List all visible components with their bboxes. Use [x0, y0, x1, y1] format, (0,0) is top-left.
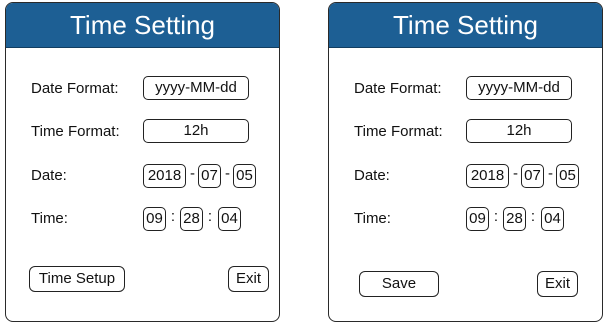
date-day-field[interactable]: 05 [556, 164, 579, 188]
panel-title: Time Setting [329, 3, 602, 48]
date-label: Date: [354, 167, 390, 184]
time-label: Time: [31, 210, 68, 227]
date-month-field[interactable]: 07 [198, 164, 221, 188]
time-format-field[interactable]: 12h [466, 119, 572, 143]
exit-button[interactable]: Exit [228, 266, 269, 292]
time-hour-field[interactable]: 09 [143, 207, 166, 231]
time-separator: : [530, 208, 536, 225]
date-year-field[interactable]: 2018 [466, 164, 509, 188]
time-minute-field[interactable]: 28 [180, 207, 203, 231]
date-label: Date: [31, 167, 67, 184]
date-separator: - [548, 165, 553, 182]
time-minute-field[interactable]: 28 [503, 207, 526, 231]
time-format-label: Time Format: [31, 123, 120, 140]
time-label: Time: [354, 210, 391, 227]
date-year-field[interactable]: 2018 [143, 164, 186, 188]
time-separator: : [207, 208, 213, 225]
time-hour-field[interactable]: 09 [466, 207, 489, 231]
panel-title: Time Setting [6, 3, 279, 48]
time-format-field[interactable]: 12h [143, 119, 249, 143]
date-format-label: Date Format: [354, 80, 442, 97]
date-separator: - [190, 165, 195, 182]
date-separator: - [513, 165, 518, 182]
date-day-field[interactable]: 05 [233, 164, 256, 188]
date-month-field[interactable]: 07 [521, 164, 544, 188]
time-separator: : [170, 208, 176, 225]
date-format-field[interactable]: yyyy-MM-dd [143, 76, 249, 100]
time-setup-button[interactable]: Time Setup [29, 266, 125, 292]
save-button[interactable]: Save [359, 271, 439, 297]
time-format-label: Time Format: [354, 123, 443, 140]
time-setting-panel-view: Time Setting Date Format: yyyy-MM-dd Tim… [5, 2, 280, 322]
time-setting-panel-edit: Time Setting Date Format: yyyy-MM-dd Tim… [328, 2, 603, 322]
time-separator: : [493, 208, 499, 225]
time-second-field[interactable]: 04 [541, 207, 564, 231]
date-format-field[interactable]: yyyy-MM-dd [466, 76, 572, 100]
time-second-field[interactable]: 04 [218, 207, 241, 231]
date-format-label: Date Format: [31, 80, 119, 97]
date-separator: - [225, 165, 230, 182]
exit-button[interactable]: Exit [537, 271, 578, 297]
